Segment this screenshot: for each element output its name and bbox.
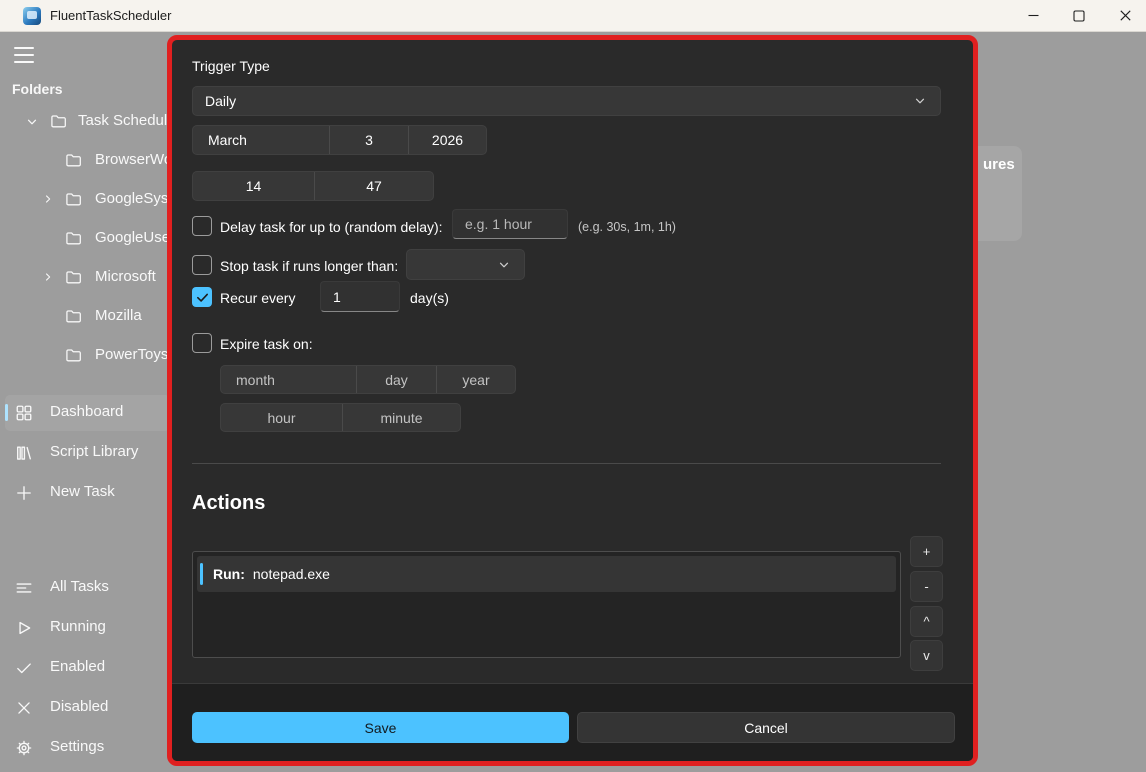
stop-checkbox[interactable]: [192, 255, 212, 275]
minimize-button[interactable]: [1012, 0, 1054, 31]
delay-input[interactable]: [452, 209, 568, 239]
stop-label: Stop task if runs longer than:: [220, 258, 398, 274]
trigger-type-select[interactable]: Daily: [192, 86, 941, 116]
expire-hour-field[interactable]: hour: [221, 404, 342, 431]
titlebar: FluentTaskScheduler: [0, 0, 1146, 32]
actions-heading: Actions: [192, 492, 265, 515]
remove-action-button[interactable]: -: [910, 571, 943, 602]
actions-listbox[interactable]: Run: notepad.exe: [192, 551, 901, 658]
move-action-down-button[interactable]: v: [910, 640, 943, 671]
save-button[interactable]: Save: [192, 712, 569, 743]
expire-day-field[interactable]: day: [356, 366, 436, 393]
recur-unit-label: day(s): [410, 290, 449, 306]
section-divider: [192, 463, 941, 464]
start-day-field[interactable]: 3: [329, 126, 408, 154]
app-icon: [23, 7, 41, 25]
stop-duration-select[interactable]: [406, 249, 525, 280]
add-action-button[interactable]: +: [910, 536, 943, 567]
close-button[interactable]: [1104, 0, 1146, 31]
start-hour-field[interactable]: 14: [193, 172, 314, 200]
expire-month-field[interactable]: month: [221, 366, 356, 393]
close-icon: [1120, 10, 1131, 21]
minimize-icon: [1028, 10, 1039, 21]
action-list-item[interactable]: Run: notepad.exe: [197, 556, 896, 592]
maximize-icon: [1073, 10, 1085, 22]
cancel-button[interactable]: Cancel: [577, 712, 955, 743]
chevron-down-icon: [496, 257, 512, 273]
expire-date-picker[interactable]: month day year: [220, 365, 516, 394]
app-window: FluentTaskScheduler Folders Task Schedul…: [0, 0, 1146, 772]
expire-time-picker[interactable]: hour minute: [220, 403, 461, 432]
trigger-type-value: Daily: [205, 93, 236, 109]
recur-checkbox[interactable]: [192, 287, 212, 307]
start-minute-field[interactable]: 47: [314, 172, 433, 200]
move-action-up-button[interactable]: ^: [910, 606, 943, 637]
recur-interval-input[interactable]: [320, 281, 400, 312]
expire-checkbox[interactable]: [192, 333, 212, 353]
start-year-field[interactable]: 2026: [408, 126, 486, 154]
start-month-field[interactable]: March: [193, 126, 329, 154]
recur-label: Recur every: [220, 290, 295, 306]
delay-checkbox[interactable]: [192, 216, 212, 236]
maximize-button[interactable]: [1058, 0, 1100, 31]
delay-label: Delay task for up to (random delay):: [220, 219, 443, 235]
trigger-type-label: Trigger Type: [192, 58, 270, 74]
delay-hint: (e.g. 30s, 1m, 1h): [578, 220, 676, 234]
chevron-down-icon: [912, 93, 928, 109]
expire-minute-field[interactable]: minute: [342, 404, 460, 431]
expire-label: Expire task on:: [220, 336, 313, 352]
window-title: FluentTaskScheduler: [50, 8, 171, 23]
action-command: notepad.exe: [253, 566, 330, 582]
start-date-picker[interactable]: March 3 2026: [192, 125, 487, 155]
start-time-picker[interactable]: 14 47: [192, 171, 434, 201]
trigger-editor-dialog: Trigger Type Daily March 3 2026 14 47 De…: [167, 35, 978, 766]
expire-year-field[interactable]: year: [436, 366, 515, 393]
check-icon: [195, 290, 210, 305]
action-prefix: Run:: [213, 566, 245, 582]
dialog-footer: Save Cancel: [172, 683, 973, 761]
